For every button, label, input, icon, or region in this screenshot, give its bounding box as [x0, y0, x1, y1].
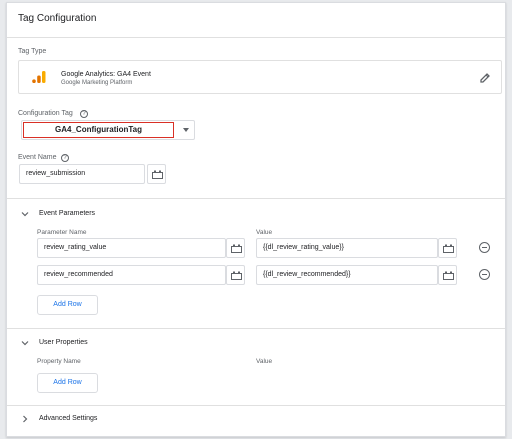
brick-icon	[231, 244, 242, 253]
variable-picker-button[interactable]	[438, 238, 457, 258]
tag-type-card[interactable]: Google Analytics: GA4 Event Google Marke…	[18, 60, 502, 94]
value-column-header: Value	[256, 358, 273, 365]
parameter-value-input[interactable]: {{dl_review_rating_value}}	[256, 238, 438, 258]
value-column-header: Value	[256, 229, 273, 236]
section-divider	[7, 328, 505, 329]
variable-picker-button[interactable]	[147, 164, 166, 184]
remove-row-icon[interactable]	[479, 269, 490, 280]
event-name-label: Event Name	[18, 154, 57, 161]
parameter-value-input[interactable]: {{dl_review_recommended}}	[256, 265, 438, 285]
parameter-name-input[interactable]: review_recommended	[37, 265, 226, 285]
variable-picker-button[interactable]	[226, 265, 245, 285]
parameter-name-input[interactable]: review_rating_value	[37, 238, 226, 258]
user-properties-title[interactable]: User Properties	[39, 339, 88, 346]
variable-picker-button[interactable]	[438, 265, 457, 285]
event-name-input[interactable]: review_submission	[19, 164, 145, 184]
tag-configuration-panel: Tag Configuration Tag Type Google Analyt…	[6, 2, 506, 437]
configuration-tag-select[interactable]: GA4_ConfigurationTag	[21, 120, 195, 140]
chevron-right-icon[interactable]	[21, 415, 29, 423]
google-analytics-icon	[32, 71, 46, 83]
pencil-icon[interactable]	[479, 72, 491, 84]
brick-icon	[443, 271, 454, 280]
tag-type-name: Google Analytics: GA4 Event	[61, 71, 151, 78]
tag-type-label: Tag Type	[18, 48, 47, 55]
chevron-down-icon[interactable]	[21, 339, 29, 347]
variable-picker-button[interactable]	[226, 238, 245, 258]
parameter-name-column-header: Parameter Name	[37, 229, 87, 236]
brick-icon	[152, 170, 163, 179]
header-divider	[7, 37, 505, 38]
brick-icon	[231, 271, 242, 280]
remove-row-icon[interactable]	[479, 242, 490, 253]
advanced-settings-title[interactable]: Advanced Settings	[39, 415, 97, 422]
brick-icon	[443, 244, 454, 253]
help-icon[interactable]: ?	[80, 110, 88, 118]
section-divider	[7, 405, 505, 406]
property-name-column-header: Property Name	[37, 358, 81, 365]
configuration-tag-label: Configuration Tag	[18, 110, 73, 117]
configuration-tag-value: GA4_ConfigurationTag	[23, 122, 174, 138]
add-row-button[interactable]: Add Row	[37, 373, 98, 393]
chevron-down-icon[interactable]	[21, 210, 29, 218]
chevron-down-icon	[183, 128, 189, 132]
panel-title: Tag Configuration	[18, 13, 97, 24]
event-parameters-title[interactable]: Event Parameters	[39, 210, 95, 217]
tag-type-platform: Google Marketing Platform	[61, 80, 133, 86]
help-icon[interactable]: ?	[61, 154, 69, 162]
add-row-button[interactable]: Add Row	[37, 295, 98, 315]
section-divider	[7, 198, 505, 199]
